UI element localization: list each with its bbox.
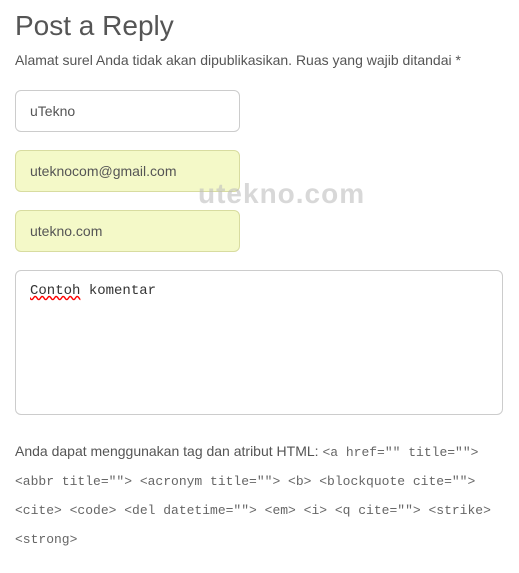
comment-textarea[interactable]: Contoh komentar xyxy=(15,270,503,415)
website-field[interactable] xyxy=(15,210,240,252)
page-title: Post a Reply xyxy=(15,10,504,42)
comment-word: komentar xyxy=(89,283,156,299)
allowed-tags-code: <a href="" title=""> <abbr title=""> <ac… xyxy=(15,445,491,547)
allowed-tags-info: Anda dapat menggunakan tag dan atribut H… xyxy=(15,437,505,553)
comment-word-misspelled: Contoh xyxy=(30,283,80,299)
name-field[interactable] xyxy=(15,90,240,132)
allowed-intro: Anda dapat menggunakan tag dan atribut H… xyxy=(15,443,322,459)
email-field[interactable] xyxy=(15,150,240,192)
form-description: Alamat surel Anda tidak akan dipublikasi… xyxy=(15,52,504,68)
